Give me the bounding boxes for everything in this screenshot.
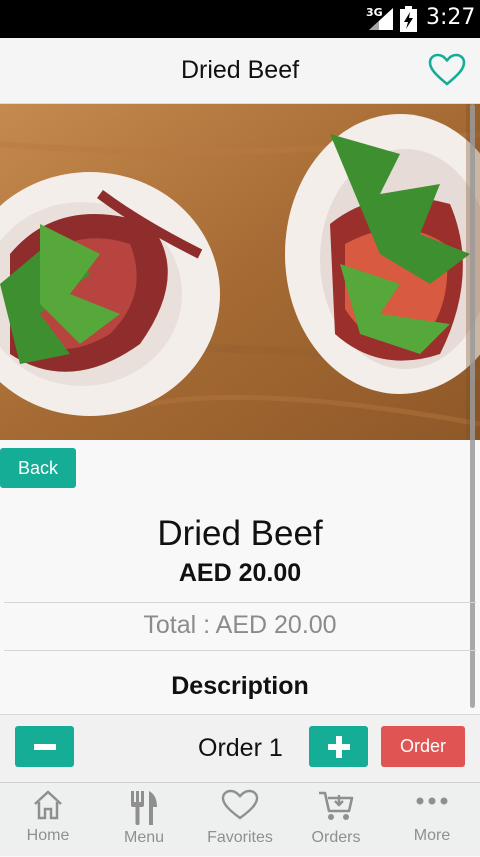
cart-icon bbox=[319, 791, 354, 820]
product-name: Dried Beef bbox=[157, 514, 323, 553]
description-heading: Description bbox=[171, 672, 309, 700]
tab-orders[interactable]: Orders bbox=[288, 783, 384, 857]
app-header: Dried Beef bbox=[0, 38, 480, 104]
status-bar: 3G 3:27 bbox=[0, 0, 480, 38]
tab-more[interactable]: More bbox=[384, 783, 480, 857]
product-price: AED 20.00 bbox=[178, 559, 302, 587]
order-button[interactable]: Order bbox=[381, 726, 465, 767]
bottom-tab-bar: Home Menu Favorites Orders More bbox=[0, 782, 480, 856]
back-button[interactable]: Back bbox=[0, 448, 76, 488]
signal-icon bbox=[369, 8, 393, 30]
tab-label: Favorites bbox=[207, 829, 273, 846]
minus-icon bbox=[33, 743, 56, 750]
order-total: Total : AED 20.00 bbox=[143, 611, 337, 639]
tab-label: Orders bbox=[311, 829, 361, 846]
decrease-quantity-button[interactable] bbox=[15, 726, 74, 767]
order-bar: Order 1 Order bbox=[0, 714, 480, 782]
tab-menu[interactable]: Menu bbox=[96, 783, 192, 857]
more-dots-icon bbox=[416, 797, 448, 805]
divider bbox=[4, 650, 476, 651]
home-icon bbox=[34, 790, 62, 820]
tab-label: More bbox=[413, 827, 451, 844]
product-image bbox=[0, 104, 480, 440]
tab-home[interactable]: Home bbox=[0, 783, 96, 857]
page-title: Dried Beef bbox=[180, 56, 300, 84]
fork-knife-icon bbox=[131, 791, 157, 825]
heart-icon bbox=[221, 789, 259, 820]
status-clock: 3:27 bbox=[426, 5, 476, 30]
tab-label: Menu bbox=[123, 829, 165, 846]
tab-favorites[interactable]: Favorites bbox=[192, 783, 288, 857]
battery-charging-icon bbox=[400, 6, 417, 32]
divider bbox=[4, 602, 476, 603]
order-quantity-label: Order 1 bbox=[198, 734, 283, 762]
plus-icon bbox=[327, 735, 350, 758]
increase-quantity-button[interactable] bbox=[309, 726, 368, 767]
favorite-heart-icon[interactable] bbox=[428, 53, 466, 87]
tab-label: Home bbox=[26, 827, 70, 844]
